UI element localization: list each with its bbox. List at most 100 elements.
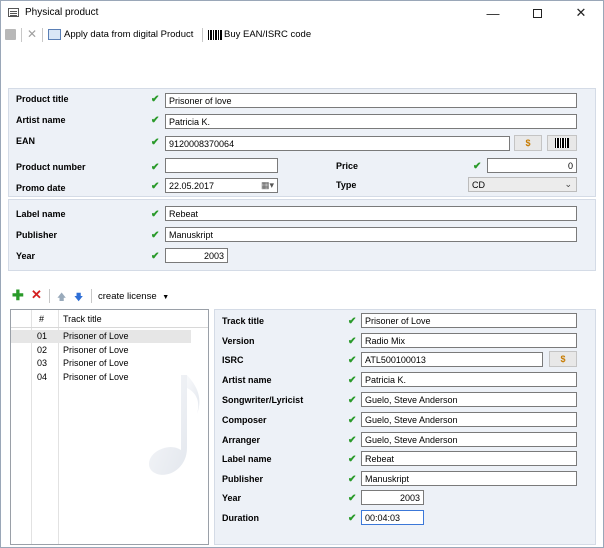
track-artist-label: Artist name	[222, 375, 272, 385]
track-publisher-input[interactable]: Manuskript	[361, 471, 577, 486]
version-input[interactable]: Radio Mix	[361, 333, 577, 348]
app-icon	[8, 8, 19, 17]
songwriter-label: Songwriter/Lyricist	[222, 395, 304, 405]
artist-name-input[interactable]: Patricia K.	[165, 114, 577, 129]
check-icon: ✔	[348, 375, 357, 386]
isrc-price-button[interactable]: $	[549, 351, 577, 367]
main-toolbar: ✕ Apply data from digital Product Buy EA…	[1, 25, 603, 45]
product-title-label: Product title	[16, 94, 69, 104]
check-icon: ✔	[348, 336, 357, 347]
track-row[interactable]: 03 Prisoner of Love	[11, 357, 191, 370]
product-title-input[interactable]: Prisoner of love	[165, 93, 577, 108]
isrc-input[interactable]: ATL500100013	[361, 352, 543, 367]
track-year-input[interactable]: 2003	[361, 490, 424, 505]
toolbar-separator	[21, 28, 22, 42]
version-label: Version	[222, 336, 255, 346]
ean-barcode-button[interactable]	[547, 135, 577, 151]
track-publisher-label: Publisher	[222, 474, 264, 484]
track-year-label: Year	[222, 493, 242, 503]
ean-price-button[interactable]: $	[514, 135, 542, 151]
add-track-icon[interactable]: ✚	[12, 288, 24, 302]
close-icon: ✕	[575, 5, 587, 20]
arranger-input[interactable]: Guelo, Steve Anderson	[361, 432, 577, 447]
caret-down-icon: ▼	[162, 294, 170, 301]
track-row[interactable]: 02 Prisoner of Love	[11, 344, 191, 357]
remove-track-icon[interactable]: ✕	[31, 288, 42, 302]
track-list-header: # Track title	[11, 310, 208, 328]
apply-data-button[interactable]: Apply data from digital Product	[64, 29, 193, 40]
product-number-input[interactable]	[165, 158, 278, 173]
check-icon: ✔	[151, 94, 160, 105]
minimize-icon: —	[486, 5, 500, 21]
artist-name-label: Artist name	[16, 115, 66, 125]
track-label-name-input[interactable]: Rebeat	[361, 451, 577, 466]
track-title-input[interactable]: Prisoner of Love	[361, 313, 577, 328]
check-icon: ✔	[151, 251, 160, 262]
check-icon: ✔	[348, 316, 357, 327]
maximize-button[interactable]	[515, 1, 559, 25]
col-title-header[interactable]: Track title	[63, 314, 102, 324]
close-window-button[interactable]: ✕	[559, 1, 603, 25]
calendar-dropdown-icon[interactable]: ▦▾	[261, 180, 274, 191]
composer-label: Composer	[222, 415, 267, 425]
duration-label: Duration	[222, 513, 259, 523]
promo-date-label: Promo date	[16, 183, 66, 193]
product-window: Physical product — ✕ ✕ Apply data from d…	[0, 0, 604, 548]
check-icon: ✔	[151, 209, 160, 220]
check-icon: ✔	[473, 161, 482, 172]
product-number-label: Product number	[16, 162, 86, 172]
promo-date-input[interactable]: 22.05.2017 ▦▾	[165, 178, 278, 193]
year-label: Year	[16, 251, 36, 261]
check-icon: ✔	[348, 435, 357, 446]
price-label: Price	[336, 161, 359, 171]
check-icon: ✔	[151, 115, 160, 126]
arranger-label: Arranger	[222, 435, 261, 445]
label-name-input[interactable]: Rebeat	[165, 206, 577, 221]
barcode-icon	[555, 138, 569, 148]
check-icon: ✔	[151, 162, 160, 173]
maximize-icon	[532, 8, 542, 18]
track-title-label: Track title	[222, 316, 265, 326]
songwriter-input[interactable]: Guelo, Steve Anderson	[361, 392, 577, 407]
barcode-icon	[208, 30, 222, 40]
track-artist-input[interactable]: Patricia K.	[361, 372, 577, 387]
publisher-label: Publisher	[16, 230, 58, 240]
check-icon: ✔	[348, 415, 357, 426]
buy-ean-isrc-button[interactable]: Buy EAN/ISRC code	[224, 29, 311, 40]
toolbar-separator	[91, 289, 92, 303]
publisher-input[interactable]: Manuskript	[165, 227, 577, 242]
chevron-down-icon: ⌄	[564, 179, 572, 189]
check-icon: ✔	[151, 181, 160, 192]
type-select[interactable]: CD ⌄	[468, 177, 577, 192]
ean-label: EAN	[16, 136, 36, 146]
title-bar: Physical product — ✕	[1, 1, 603, 25]
move-down-icon[interactable]: 🡇	[74, 290, 83, 306]
col-num-header[interactable]: #	[39, 314, 44, 324]
toolbar-separator	[49, 289, 50, 303]
promo-date-value: 22.05.2017	[169, 181, 215, 191]
year-input[interactable]: 2003	[165, 248, 228, 263]
music-note-watermark-icon	[148, 375, 200, 475]
move-up-icon[interactable]: 🡅	[57, 290, 66, 306]
ean-input[interactable]: 9120008370064	[165, 136, 510, 151]
create-license-dropdown[interactable]: create license ▼	[98, 291, 169, 302]
create-license-label: create license	[98, 291, 157, 302]
check-icon: ✔	[151, 137, 160, 148]
isrc-label: ISRC	[222, 355, 244, 365]
track-list[interactable]: # Track title 01 Prisoner of Love 02 Pri…	[10, 309, 209, 545]
check-icon: ✔	[348, 474, 357, 485]
track-row[interactable]: 01 Prisoner of Love	[11, 330, 191, 343]
dollar-icon: $	[525, 138, 531, 148]
save-icon[interactable]	[5, 29, 16, 40]
apply-data-icon	[48, 29, 61, 40]
delete-icon[interactable]: ✕	[27, 27, 37, 41]
duration-input[interactable]: 00:04:03	[361, 510, 424, 525]
price-input[interactable]: 0	[487, 158, 577, 173]
check-icon: ✔	[348, 355, 357, 366]
type-label: Type	[336, 180, 357, 190]
track-label-name-label: Label name	[222, 454, 272, 464]
check-icon: ✔	[348, 513, 357, 524]
composer-input[interactable]: Guelo, Steve Anderson	[361, 412, 577, 427]
check-icon: ✔	[348, 395, 357, 406]
minimize-button[interactable]: —	[471, 1, 515, 25]
